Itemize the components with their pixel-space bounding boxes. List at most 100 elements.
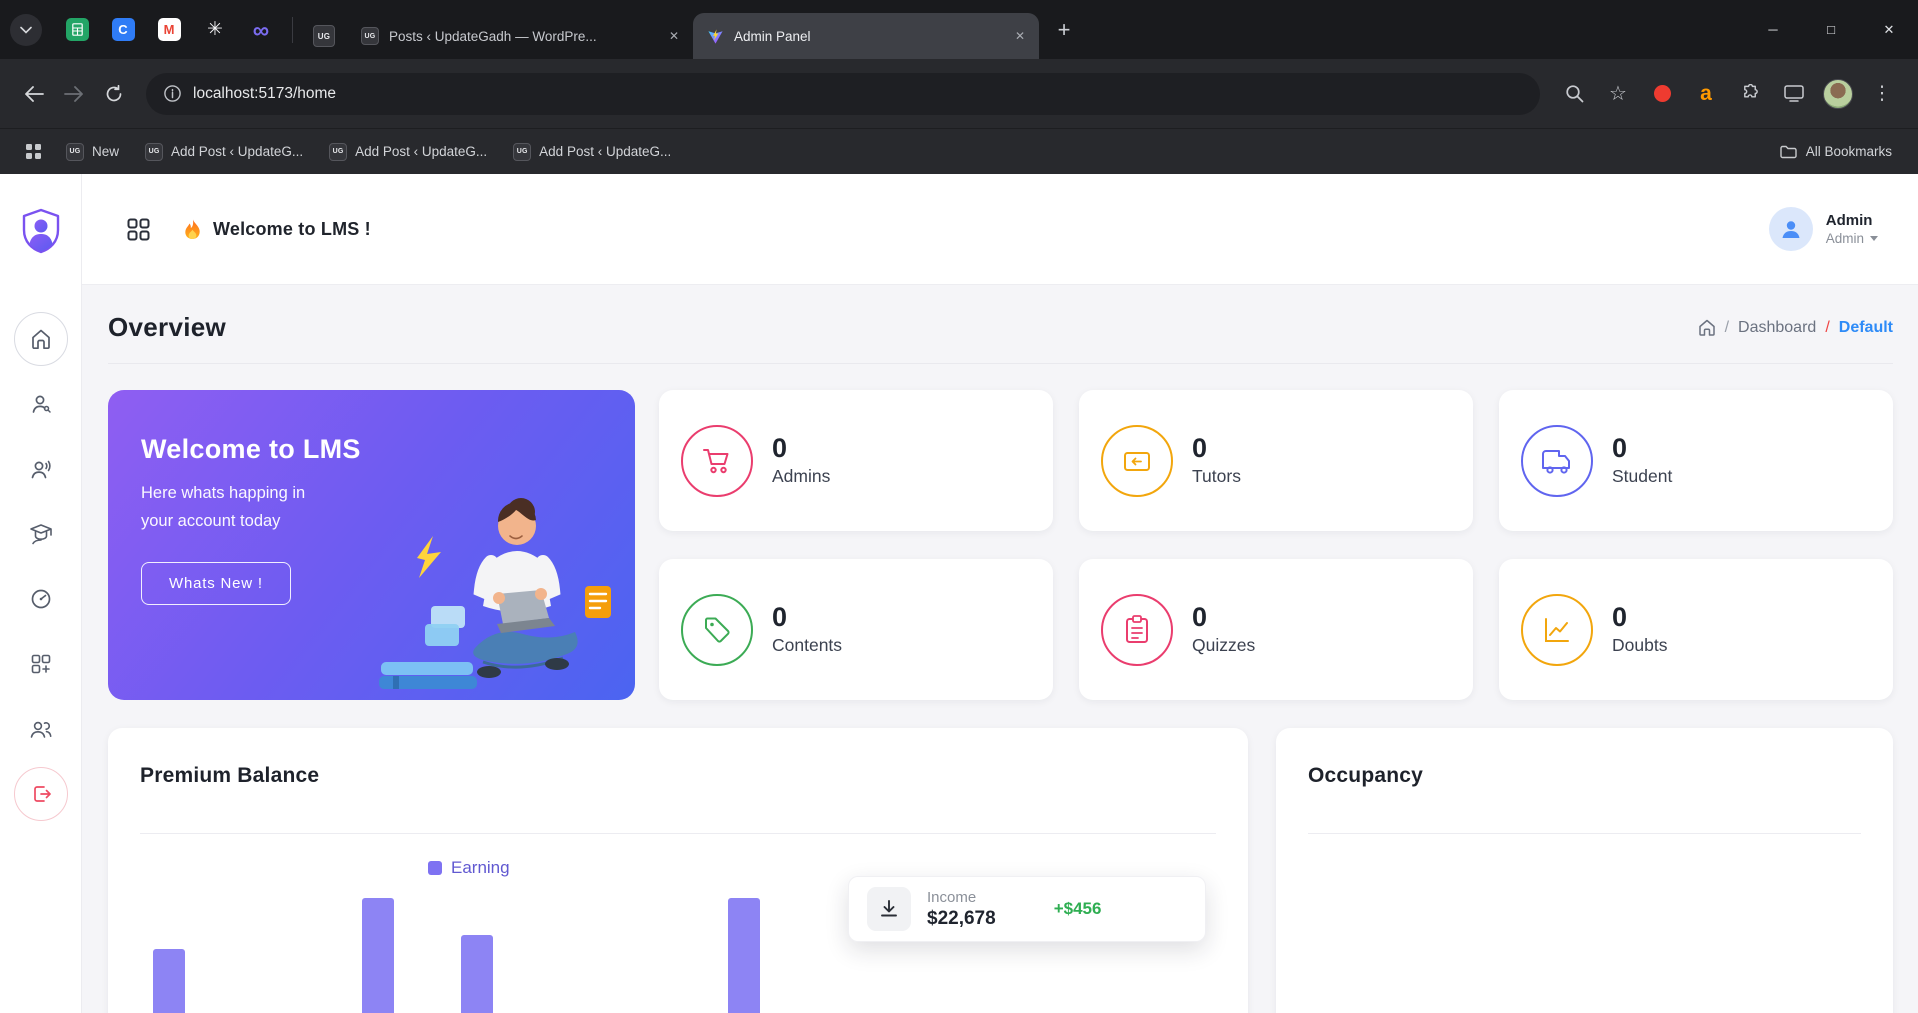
sidebar-item-tutors[interactable] <box>14 442 68 496</box>
minimize-button[interactable]: ─ <box>1744 0 1802 59</box>
tooltip-value: $22,678 <box>927 908 996 930</box>
tutor-speaking-icon <box>30 458 52 480</box>
whats-new-button[interactable]: Whats New ! <box>141 562 291 605</box>
openai-icon[interactable]: ✳ <box>202 17 228 43</box>
site-info-icon <box>164 85 181 102</box>
bookmark-new[interactable]: UG New <box>56 138 129 166</box>
reload-icon <box>105 85 123 103</box>
stat-card-students: 0 Student <box>1499 390 1893 531</box>
stat-card-tutors: 0 Tutors <box>1079 390 1473 531</box>
sidebar-item-admins[interactable] <box>14 377 68 431</box>
maximize-button[interactable]: □ <box>1802 0 1860 59</box>
sheets-extension-icon[interactable] <box>64 17 90 43</box>
sidebar-item-students[interactable] <box>14 507 68 561</box>
bookmark-add-post-2[interactable]: UG Add Post ‹ UpdateG... <box>319 138 497 166</box>
main-area: Welcome to LMS ! Admin Admin Overview <box>82 174 1918 1013</box>
breadcrumb-default[interactable]: Default <box>1839 319 1893 337</box>
stat-icon-ring <box>681 594 753 666</box>
tab-close-button[interactable]: ✕ <box>1009 25 1031 47</box>
zoom-search-icon[interactable] <box>1557 77 1591 111</box>
lms-admin-page: Welcome to LMS ! Admin Admin Overview <box>0 174 1918 1013</box>
stat-card-contents: 0 Contents <box>659 559 1053 700</box>
sidebar-item-logout[interactable] <box>14 767 68 821</box>
bookmark-add-post-3[interactable]: UG Add Post ‹ UpdateG... <box>503 138 681 166</box>
profile-avatar[interactable] <box>1821 77 1855 111</box>
browser-toolbar: localhost:5173/home ☆ a ⋮ <box>0 59 1918 128</box>
ug-favicon: UG <box>329 143 347 161</box>
tab-organizer-icon[interactable] <box>1777 77 1811 111</box>
illustration-person <box>473 498 577 667</box>
download-badge[interactable] <box>867 887 911 931</box>
all-bookmarks-button[interactable]: All Bookmarks <box>1770 139 1902 164</box>
tab-admin-panel[interactable]: Admin Panel ✕ <box>693 13 1039 59</box>
ug-favicon: UG <box>361 27 379 45</box>
grid-icon <box>25 143 42 160</box>
stat-value: 0 <box>772 434 830 464</box>
ug-favicon: UG <box>513 143 531 161</box>
tab-search-button[interactable] <box>10 14 42 46</box>
panel-title: Occupancy <box>1276 728 1893 788</box>
divider <box>1308 833 1861 834</box>
occupancy-card: Occupancy <box>1276 728 1893 1013</box>
breadcrumb: / Dashboard / Default <box>1698 319 1893 337</box>
sidebar-item-contents[interactable] <box>14 637 68 691</box>
reload-button[interactable] <box>94 74 134 114</box>
stat-card-doubts: 0 Doubts <box>1499 559 1893 700</box>
forward-button[interactable] <box>54 74 94 114</box>
adblock-icon[interactable] <box>1645 77 1679 111</box>
user-menu[interactable]: Admin Admin <box>1769 207 1878 251</box>
earning-bar <box>362 898 394 1013</box>
sidebar-item-dashboard[interactable] <box>14 572 68 626</box>
address-bar[interactable]: localhost:5173/home <box>146 73 1540 115</box>
gmail-icon[interactable]: M <box>156 17 182 43</box>
menu-toggle-button[interactable] <box>127 218 150 241</box>
bookmark-star-icon[interactable]: ☆ <box>1601 77 1635 111</box>
close-button[interactable]: ✕ <box>1860 0 1918 59</box>
welcome-title: Welcome to LMS ! <box>213 219 371 240</box>
donut-chart <box>1276 848 1893 1013</box>
new-tab-button[interactable]: + <box>1047 13 1081 47</box>
bookmark-label: Add Post ‹ UpdateG... <box>355 144 487 159</box>
cart-icon <box>701 445 733 477</box>
tag-icon <box>701 614 733 646</box>
bookmark-add-post-1[interactable]: UG Add Post ‹ UpdateG... <box>135 138 313 166</box>
magnifier-icon <box>1565 84 1584 103</box>
stat-card-quizzes: 0 Quizzes <box>1079 559 1473 700</box>
stat-value: 0 <box>1612 603 1667 633</box>
stat-label: Quizzes <box>1192 635 1255 656</box>
user-avatar <box>1769 207 1813 251</box>
claude-extension-icon[interactable]: C <box>110 17 136 43</box>
extensions-puzzle-icon[interactable] <box>1733 77 1767 111</box>
browser-window: C M ✳ ∞ UG UG Posts ‹ UpdateGadh — WordP… <box>0 0 1918 174</box>
meta-infinity-icon[interactable]: ∞ <box>248 17 274 43</box>
admin-user-icon <box>30 393 52 415</box>
overview-row: Overview / Dashboard / Default <box>108 312 1893 364</box>
sidebar-item-community[interactable] <box>14 702 68 756</box>
apps-grid-icon[interactable] <box>16 135 50 169</box>
stats-grid: 0 Admins 0 Tutors <box>659 390 1893 700</box>
pinned-tab-updategadh[interactable]: UG <box>301 13 347 59</box>
occupancy-donut <box>1276 848 1893 1013</box>
lms-logo[interactable] <box>20 208 62 254</box>
user-info: Admin Admin <box>1826 212 1878 246</box>
breadcrumb-separator: / <box>1725 319 1729 337</box>
app-header: Welcome to LMS ! Admin Admin <box>82 174 1918 285</box>
tab-strip: C M ✳ ∞ UG UG Posts ‹ UpdateGadh — WordP… <box>0 0 1918 59</box>
user-name: Admin <box>1826 212 1878 229</box>
browser-menu-icon[interactable]: ⋮ <box>1865 77 1899 111</box>
stat-icon-ring <box>1101 425 1173 497</box>
gauge-icon <box>30 588 52 610</box>
page-title: Overview <box>108 312 226 343</box>
tab-posts-updategadh[interactable]: UG Posts ‹ UpdateGadh — WordPre... ✕ <box>347 13 693 59</box>
infinity-glyph: ∞ <box>253 17 269 44</box>
graduate-student-icon <box>29 523 53 545</box>
amazon-icon[interactable]: a <box>1689 77 1723 111</box>
grid-plus-icon <box>30 653 52 675</box>
breadcrumb-dashboard[interactable]: Dashboard <box>1738 319 1816 337</box>
tab-close-button[interactable]: ✕ <box>663 25 685 47</box>
stat-label: Contents <box>772 635 842 656</box>
home-breadcrumb-icon[interactable] <box>1698 319 1716 336</box>
bookmark-label: Add Post ‹ UpdateG... <box>539 144 671 159</box>
back-button[interactable] <box>14 74 54 114</box>
sidebar-item-home[interactable] <box>14 312 68 366</box>
